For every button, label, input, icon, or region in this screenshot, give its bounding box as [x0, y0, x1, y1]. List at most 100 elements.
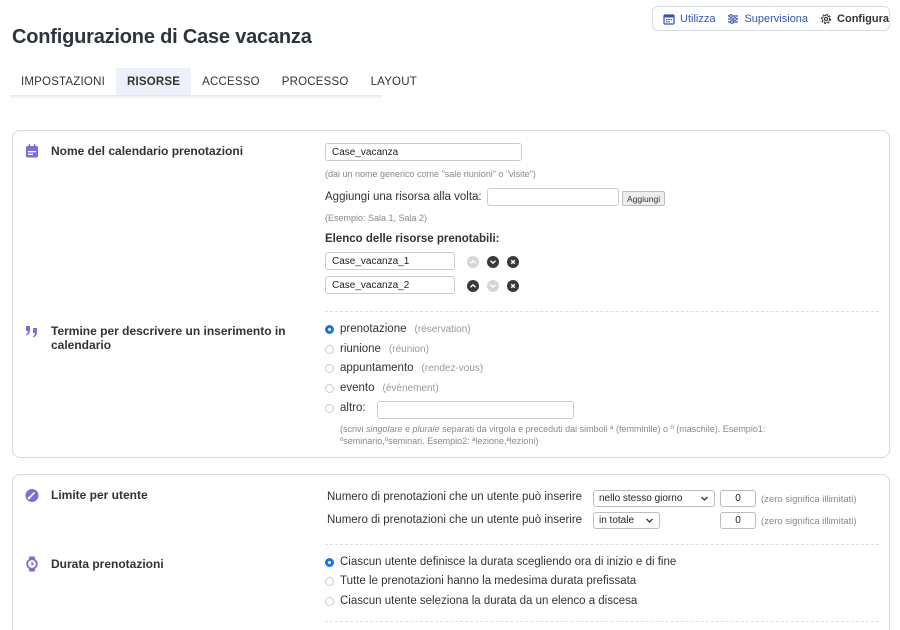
delete-resource-button[interactable]	[507, 280, 519, 292]
add-resource-label: Aggiungi una risorsa alla volta:	[325, 191, 482, 203]
term-option-label: riunione	[340, 343, 381, 355]
help-text-part: ºseminario,ºseminari. Esempio2: ªlezione…	[340, 436, 539, 446]
term-option-altro[interactable]: altro:	[325, 402, 366, 414]
user-limit-label: Numero di prenotazioni che un utente può…	[327, 491, 583, 503]
term-title: Termine per descrivere un inserimento in…	[51, 324, 286, 352]
help-text-part: (scrivi	[340, 424, 366, 434]
chevron-down-icon	[701, 496, 708, 501]
limits-card: Limite per utente Numero di prenotazioni…	[12, 474, 890, 630]
resource-input-2[interactable]	[325, 276, 455, 294]
nav-utilizza[interactable]: Utilizza	[663, 13, 715, 25]
duration-option-start-end[interactable]: Ciascun utente definisce la durata scegl…	[325, 556, 676, 568]
close-icon	[510, 259, 516, 265]
user-limit-number-input[interactable]	[720, 490, 756, 507]
help-text-italic: plurale	[412, 424, 440, 434]
tab-accesso[interactable]: ACCESSO	[191, 68, 271, 96]
page-title: Configurazione di Case vacanza	[12, 26, 312, 48]
duration-option-label: Ciascun utente definisce la durata scegl…	[340, 556, 677, 568]
duration-option-label: Tutte le prenotazioni hanno la medesima …	[340, 575, 637, 587]
top-navigation: Utilizza Supervisiona Configura	[652, 6, 890, 31]
move-up-button[interactable]	[467, 280, 479, 292]
tab-processo[interactable]: PROCESSO	[271, 68, 360, 96]
radio-checked[interactable]	[325, 557, 334, 567]
section-divider	[325, 311, 879, 312]
chevron-down-icon	[646, 518, 653, 523]
duration-option-fixed[interactable]: Tutte le prenotazioni hanno la medesima …	[325, 575, 636, 587]
term-option-sub: (rendez-vous)	[421, 362, 484, 374]
nav-configura[interactable]: Configura	[820, 13, 889, 25]
quote-icon	[25, 326, 37, 338]
term-option-sub: (réunion)	[388, 343, 429, 355]
calendar-name-input[interactable]	[325, 143, 522, 161]
term-other-input[interactable]	[377, 401, 574, 419]
add-resource-input[interactable]	[487, 188, 619, 206]
delete-resource-button[interactable]	[507, 256, 519, 268]
term-help-text: (scrivi singolare e plurale separati da …	[340, 423, 860, 447]
add-resource-hint: (Esempio: Sala 1, Sala 2)	[325, 213, 428, 223]
calendar-icon	[26, 144, 38, 158]
help-text-part: e	[402, 424, 413, 434]
gear-icon	[820, 13, 832, 24]
user-limit-label: Numero di prenotazioni che un utente può…	[327, 514, 583, 526]
select-value: in totale	[599, 515, 635, 526]
resource-input-1[interactable]	[325, 252, 455, 270]
user-limit-title: Limite per utente	[51, 488, 148, 502]
resources-card: Nome del calendario prenotazioni (dai un…	[12, 130, 890, 458]
radio[interactable]	[325, 363, 334, 373]
move-up-button-disabled	[467, 256, 479, 268]
term-option-prenotazione[interactable]: prenotazione (réservation)	[325, 323, 471, 335]
user-limit-period-select[interactable]: nello stesso giorno	[593, 490, 715, 507]
term-option-evento[interactable]: evento (événement)	[325, 382, 439, 394]
term-option-label: prenotazione	[340, 323, 407, 335]
chevron-down-icon	[490, 284, 496, 289]
chevron-down-icon	[490, 260, 496, 265]
user-limit-hint: (zero significa illimitati)	[761, 494, 857, 505]
calendar-name-hint: (dai un nome generico come "sale riunion…	[325, 169, 536, 179]
nav-utilizza-label: Utilizza	[680, 12, 716, 25]
radio[interactable]	[325, 383, 334, 393]
term-option-appuntamento[interactable]: appuntamento (rendez-vous)	[325, 362, 483, 374]
duration-option-label: Ciascun utente seleziona la durata da un…	[340, 595, 638, 607]
tab-impostazioni[interactable]: IMPOSTAZIONI	[10, 68, 116, 96]
term-option-sub: (événement)	[382, 382, 439, 394]
radio[interactable]	[325, 576, 334, 586]
move-down-button-disabled	[487, 280, 499, 292]
chevron-up-icon	[470, 283, 476, 288]
user-limit-total-select[interactable]: in totale	[593, 512, 660, 529]
help-text-part: separati da virgola e preceduti dai simb…	[439, 424, 766, 434]
section-divider	[325, 544, 879, 545]
select-value: nello stesso giorno	[599, 493, 683, 504]
calendar-icon	[663, 13, 675, 25]
calendar-name-title: Nome del calendario prenotazioni	[51, 144, 244, 158]
help-text-italic: singolare	[366, 424, 403, 434]
radio[interactable]	[325, 344, 334, 354]
close-icon	[510, 283, 516, 289]
gauge-icon	[25, 489, 39, 502]
tab-bar-shadow	[10, 95, 382, 99]
tab-risorse[interactable]: RISORSE	[115, 68, 192, 96]
duration-title: Durata prenotazioni	[51, 557, 164, 571]
user-limit-hint: (zero significa illimitati)	[761, 516, 857, 527]
section-divider	[325, 621, 879, 622]
nav-supervisiona-label: Supervisiona	[744, 12, 809, 25]
add-resource-button[interactable]: Aggiungi	[622, 191, 666, 206]
duration-option-dropdown[interactable]: Ciascun utente seleziona la durata da un…	[325, 595, 637, 607]
radio[interactable]	[325, 403, 334, 413]
tab-layout[interactable]: LAYOUT	[360, 68, 428, 96]
radio-checked[interactable]	[325, 324, 334, 334]
move-down-button[interactable]	[487, 256, 499, 268]
resources-list-title: Elenco delle risorse prenotabili:	[325, 233, 500, 245]
term-option-label: appuntamento	[340, 362, 414, 374]
term-option-riunione[interactable]: riunione (réunion)	[325, 343, 429, 355]
user-limit-total-input[interactable]	[720, 512, 756, 529]
radio[interactable]	[325, 596, 334, 606]
tab-bar: IMPOSTAZIONI RISORSE ACCESSO PROCESSO LA…	[10, 68, 428, 96]
nav-configura-label: Configura	[837, 12, 889, 25]
sliders-icon	[728, 13, 739, 24]
nav-supervisiona[interactable]: Supervisiona	[727, 13, 808, 25]
term-option-label: altro:	[340, 402, 366, 414]
term-option-label: evento	[340, 382, 375, 394]
term-option-sub: (réservation)	[414, 323, 471, 335]
chevron-up-icon	[470, 259, 476, 264]
watch-icon	[26, 556, 38, 572]
